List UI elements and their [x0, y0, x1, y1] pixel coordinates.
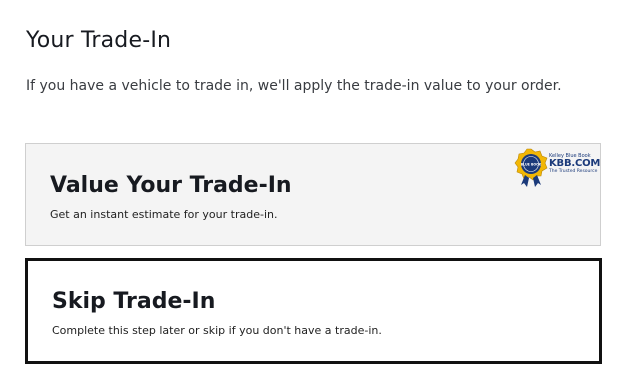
kbb-logo-line2: KBB.COM: [549, 158, 601, 169]
option-subtitle: Complete this step later or skip if you …: [52, 324, 382, 337]
kbb-logo-line3: The Trusted Resource: [549, 169, 598, 174]
option-title: Skip Trade-In: [52, 289, 216, 314]
skip-trade-in-option[interactable]: Skip Trade-In Complete this step later o…: [25, 258, 602, 364]
section-title: Your Trade-In: [26, 28, 172, 53]
kbb-logo: BLUE BOOK Kelley Blue Book KBB.COM The T…: [514, 148, 601, 188]
kbb-badge-icon: BLUE BOOK: [514, 148, 548, 187]
option-subtitle: Get an instant estimate for your trade-i…: [50, 208, 278, 221]
section-description: If you have a vehicle to trade in, we'll…: [26, 78, 562, 94]
value-trade-in-option[interactable]: Value Your Trade-In Get an instant estim…: [25, 143, 601, 246]
kbb-badge-text: BLUE BOOK: [521, 163, 542, 167]
option-title: Value Your Trade-In: [50, 173, 292, 198]
trade-in-section: Your Trade-In If you have a vehicle to t…: [0, 0, 622, 383]
